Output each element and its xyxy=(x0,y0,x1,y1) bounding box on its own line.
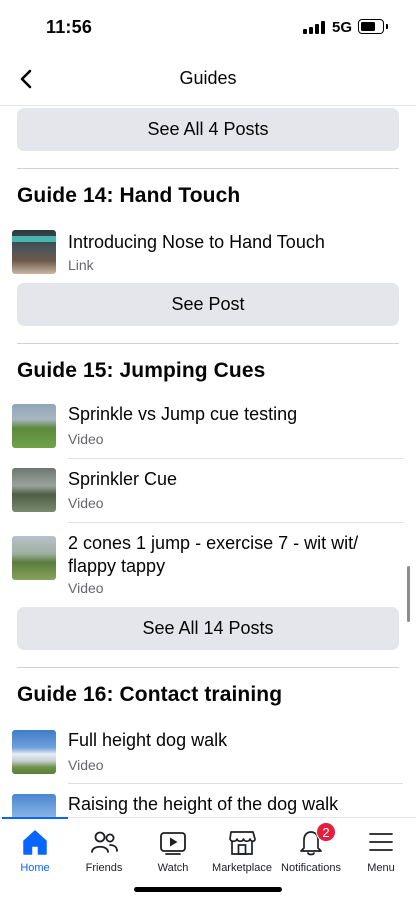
tab-bar: Home Friends Watch Marketplace 2 Notific… xyxy=(0,817,416,900)
menu-icon xyxy=(369,833,393,851)
guide-15-title: Guide 15: Jumping Cues xyxy=(17,359,266,382)
item-divider xyxy=(68,783,403,784)
post-title: Raising the height of the dog walk xyxy=(68,794,339,814)
tab-menu[interactable]: Menu xyxy=(346,824,416,880)
status-time: 11:56 xyxy=(46,17,93,37)
post-type: Link xyxy=(68,257,94,273)
see-post-button[interactable]: See Post xyxy=(17,283,399,326)
guide-14-title: Guide 14: Hand Touch xyxy=(17,184,241,207)
post-type: Video xyxy=(68,431,104,447)
section-divider xyxy=(17,168,399,169)
post-thumbnail xyxy=(12,730,56,774)
friends-icon xyxy=(91,831,118,853)
post-type: Video xyxy=(68,495,104,511)
signal-icon xyxy=(303,21,325,34)
active-tab-indicator xyxy=(2,817,68,819)
post-title: Full height dog walk xyxy=(68,730,228,750)
post-thumbnail xyxy=(12,404,56,448)
list-item[interactable]: Sprinkle vs Jump cue testing Video xyxy=(0,402,416,452)
page-title: Guides xyxy=(179,68,237,88)
home-indicator xyxy=(134,887,282,892)
tab-label: Menu xyxy=(367,862,395,874)
list-item[interactable]: Raising the height of the dog walk xyxy=(0,792,416,817)
network-type: 5G xyxy=(332,19,353,36)
list-item[interactable]: Full height dog walk Video xyxy=(0,728,416,778)
home-icon xyxy=(23,830,47,855)
guide-16-title: Guide 16: Contact training xyxy=(17,683,283,706)
status-bar: 11:56 5G xyxy=(0,0,416,54)
list-item[interactable]: Introducing Nose to Hand Touch Link xyxy=(0,228,416,276)
post-title: Sprinkler Cue xyxy=(68,469,178,489)
marketplace-icon xyxy=(229,831,256,855)
notification-badge: 2 xyxy=(316,822,336,842)
guides-list[interactable]: See All 4 Posts Guide 14: Hand Touch Int… xyxy=(0,106,416,817)
post-thumbnail xyxy=(12,794,56,817)
post-title: 2 cones 1 jump - exercise 7 - wit wit/ f… xyxy=(68,533,359,576)
post-title: Sprinkle vs Jump cue testing xyxy=(68,404,298,424)
list-item[interactable]: 2 cones 1 jump - exercise 7 - wit wit/ f… xyxy=(0,531,416,597)
section-divider xyxy=(17,667,399,668)
post-type: Video xyxy=(68,580,104,596)
see-all-4-posts-button[interactable]: See All 4 Posts xyxy=(17,108,399,151)
post-title: Introducing Nose to Hand Touch xyxy=(68,232,325,252)
list-item[interactable]: Sprinkler Cue Video xyxy=(0,466,416,516)
see-all-14-posts-button[interactable]: See All 14 Posts xyxy=(17,607,399,650)
section-divider xyxy=(17,343,399,344)
item-divider xyxy=(68,458,403,459)
post-thumbnail xyxy=(12,230,56,274)
watch-icon xyxy=(160,832,186,855)
item-divider xyxy=(68,522,403,523)
nav-header: Guides xyxy=(0,54,416,106)
post-thumbnail xyxy=(12,468,56,512)
post-type: Video xyxy=(68,757,104,773)
scrollbar[interactable] xyxy=(407,566,410,622)
post-thumbnail xyxy=(12,536,56,580)
battery-icon xyxy=(358,19,388,34)
